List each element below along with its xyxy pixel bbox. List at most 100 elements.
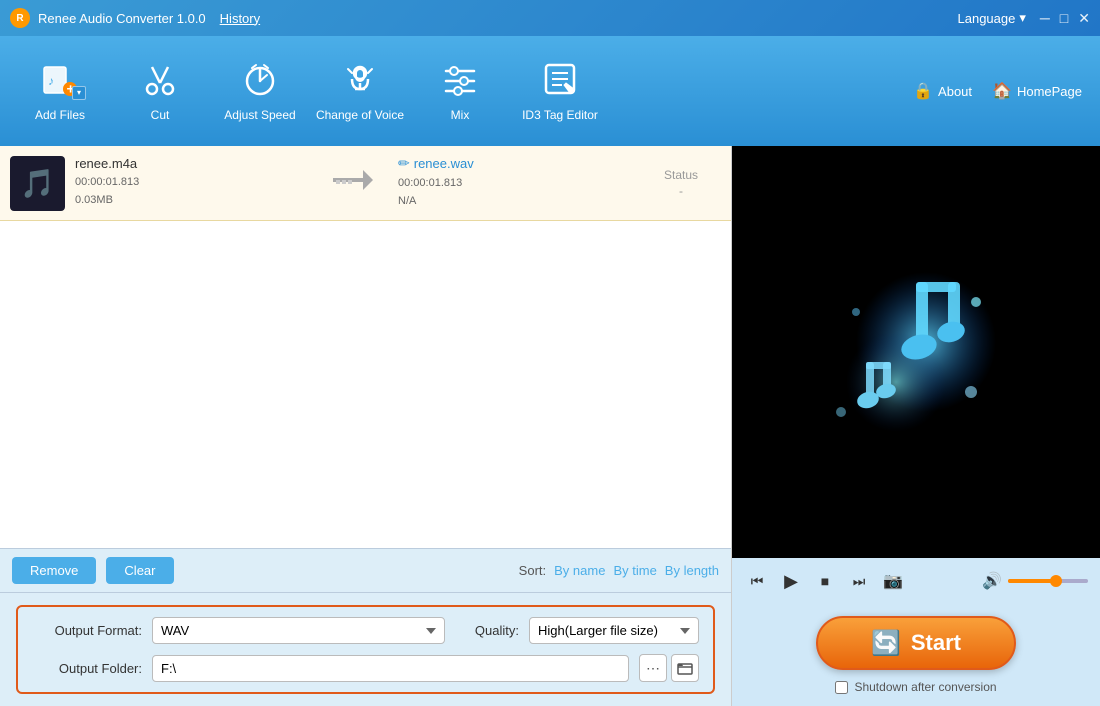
about-icon: 🔒 xyxy=(913,81,933,101)
id3-tag-editor-icon xyxy=(542,61,578,102)
start-button[interactable]: 🔄 Start xyxy=(816,616,1016,670)
mix-icon xyxy=(442,61,478,102)
language-dropdown-icon: ▾ xyxy=(1019,10,1026,26)
app-title: Renee Audio Converter 1.0.0 xyxy=(38,11,206,26)
folder-row: Output Folder: ⋯ xyxy=(32,654,699,682)
adjust-speed-icon xyxy=(242,61,278,102)
cut-button[interactable]: Cut xyxy=(110,46,210,136)
title-bar-right: Language ▾ ─ □ ✕ xyxy=(958,10,1091,27)
volume-thumb[interactable] xyxy=(1050,575,1062,587)
volume-control: 🔊 xyxy=(982,571,1088,591)
output-folder-input[interactable] xyxy=(152,655,629,682)
shutdown-checkbox[interactable] xyxy=(835,681,848,694)
media-preview xyxy=(732,146,1100,558)
homepage-button[interactable]: 🏠 HomePage xyxy=(984,77,1090,105)
start-label: Start xyxy=(911,630,961,656)
remove-button[interactable]: Remove xyxy=(12,557,96,584)
file-input-info: renee.m4a 00:00:01.813 0.03MB xyxy=(75,156,308,209)
conversion-arrow-icon xyxy=(318,168,388,199)
language-button[interactable]: Language ▾ xyxy=(958,10,1026,26)
stop-button[interactable]: ■ xyxy=(812,568,838,594)
skip-forward-button[interactable]: ⏭ xyxy=(846,568,872,594)
file-status: Status - xyxy=(641,168,721,198)
homepage-icon: 🏠 xyxy=(992,81,1012,101)
add-files-button[interactable]: ♪ + ▾ Add Files xyxy=(10,46,110,136)
status-value: - xyxy=(641,184,721,198)
about-label: About xyxy=(938,84,972,99)
add-files-label: Add Files xyxy=(35,108,85,122)
toolbar-right: 🔒 About 🏠 HomePage xyxy=(905,77,1090,105)
start-refresh-icon: 🔄 xyxy=(871,629,901,658)
player-controls: ⏮ ▶ ■ ⏭ 📷 🔊 xyxy=(732,558,1100,604)
left-panel: 🎵 renee.m4a 00:00:01.813 0.03MB xyxy=(0,146,732,706)
mix-label: Mix xyxy=(451,108,470,122)
folder-buttons: ⋯ xyxy=(639,654,699,682)
file-output-info: ✏ renee.wav 00:00:01.813 N/A xyxy=(398,155,631,210)
output-format-select[interactable]: WAV MP3 AAC FLAC xyxy=(152,617,445,644)
play-button[interactable]: ▶ xyxy=(778,568,804,594)
window-controls: ─ □ ✕ xyxy=(1040,10,1090,27)
volume-slider[interactable] xyxy=(1008,579,1088,583)
shutdown-row: Shutdown after conversion xyxy=(835,680,996,694)
sort-by-length[interactable]: By length xyxy=(665,563,719,578)
close-button[interactable]: ✕ xyxy=(1078,10,1090,27)
music-note-icon: 🎵 xyxy=(20,167,55,200)
open-folder-button[interactable] xyxy=(671,654,699,682)
clear-button[interactable]: Clear xyxy=(106,557,173,584)
about-button[interactable]: 🔒 About xyxy=(905,77,980,105)
app-logo: R xyxy=(10,8,30,28)
quality-select[interactable]: High(Larger file size) Medium Low xyxy=(529,617,699,644)
volume-icon[interactable]: 🔊 xyxy=(982,571,1002,591)
maximize-button[interactable]: □ xyxy=(1060,10,1068,27)
change-of-voice-button[interactable]: Change of Voice xyxy=(310,46,410,136)
output-file-icon: ✏ xyxy=(398,155,410,172)
right-bottom: 🔄 Start Shutdown after conversion xyxy=(732,604,1100,706)
svg-text:♪: ♪ xyxy=(48,74,54,88)
status-label: Status xyxy=(641,168,721,182)
settings-panel: Output Format: WAV MP3 AAC FLAC Quality:… xyxy=(0,592,731,706)
media-artwork xyxy=(816,252,1016,452)
change-of-voice-label: Change of Voice xyxy=(316,108,404,122)
cut-label: Cut xyxy=(151,108,170,122)
minimize-button[interactable]: ─ xyxy=(1040,10,1050,27)
homepage-label: HomePage xyxy=(1017,84,1082,99)
change-of-voice-icon xyxy=(342,61,378,102)
toolbar: ♪ + ▾ Add Files Cut xyxy=(0,36,1100,146)
music-visualization xyxy=(816,252,1016,452)
input-filename: renee.m4a xyxy=(75,156,308,171)
id3-tag-editor-button[interactable]: ID3 Tag Editor xyxy=(510,46,610,136)
output-extra: N/A xyxy=(398,193,631,211)
add-files-dropdown-icon[interactable]: ▾ xyxy=(72,86,86,100)
history-link[interactable]: History xyxy=(220,11,260,26)
id3-tag-editor-label: ID3 Tag Editor xyxy=(522,108,598,122)
adjust-speed-button[interactable]: Adjust Speed xyxy=(210,46,310,136)
title-bar: R Renee Audio Converter 1.0.0 History La… xyxy=(0,0,1100,36)
volume-fill xyxy=(1008,579,1056,583)
output-folder-label: Output Folder: xyxy=(32,661,142,676)
input-duration: 00:00:01.813 xyxy=(75,174,308,192)
adjust-speed-label: Adjust Speed xyxy=(224,108,295,122)
file-list: 🎵 renee.m4a 00:00:01.813 0.03MB xyxy=(0,146,731,548)
input-size: 0.03MB xyxy=(75,192,308,210)
snapshot-button[interactable]: 📷 xyxy=(880,568,906,594)
sort-by-name[interactable]: By name xyxy=(554,563,605,578)
settings-box: Output Format: WAV MP3 AAC FLAC Quality:… xyxy=(16,605,715,694)
table-row: 🎵 renee.m4a 00:00:01.813 0.03MB xyxy=(0,146,731,221)
browse-folder-button[interactable]: ⋯ xyxy=(639,654,667,682)
output-format-label: Output Format: xyxy=(32,623,142,638)
file-thumbnail: 🎵 xyxy=(10,156,65,211)
sort-by-time[interactable]: By time xyxy=(613,563,656,578)
main-content: 🎵 renee.m4a 00:00:01.813 0.03MB xyxy=(0,146,1100,706)
bottom-bar: Remove Clear Sort: By name By time By le… xyxy=(0,548,731,592)
skip-back-button[interactable]: ⏮ xyxy=(744,568,770,594)
format-row: Output Format: WAV MP3 AAC FLAC Quality:… xyxy=(32,617,699,644)
sort-label: Sort: xyxy=(519,563,546,578)
mix-button[interactable]: Mix xyxy=(410,46,510,136)
add-files-icon-wrap: ♪ + ▾ xyxy=(42,61,78,102)
shutdown-label: Shutdown after conversion xyxy=(854,680,996,694)
output-filename: ✏ renee.wav xyxy=(398,155,631,172)
cut-icon xyxy=(142,61,178,102)
sort-area: Sort: By name By time By length xyxy=(519,563,719,578)
title-bar-left: R Renee Audio Converter 1.0.0 History xyxy=(10,8,260,28)
language-label: Language xyxy=(958,11,1016,26)
